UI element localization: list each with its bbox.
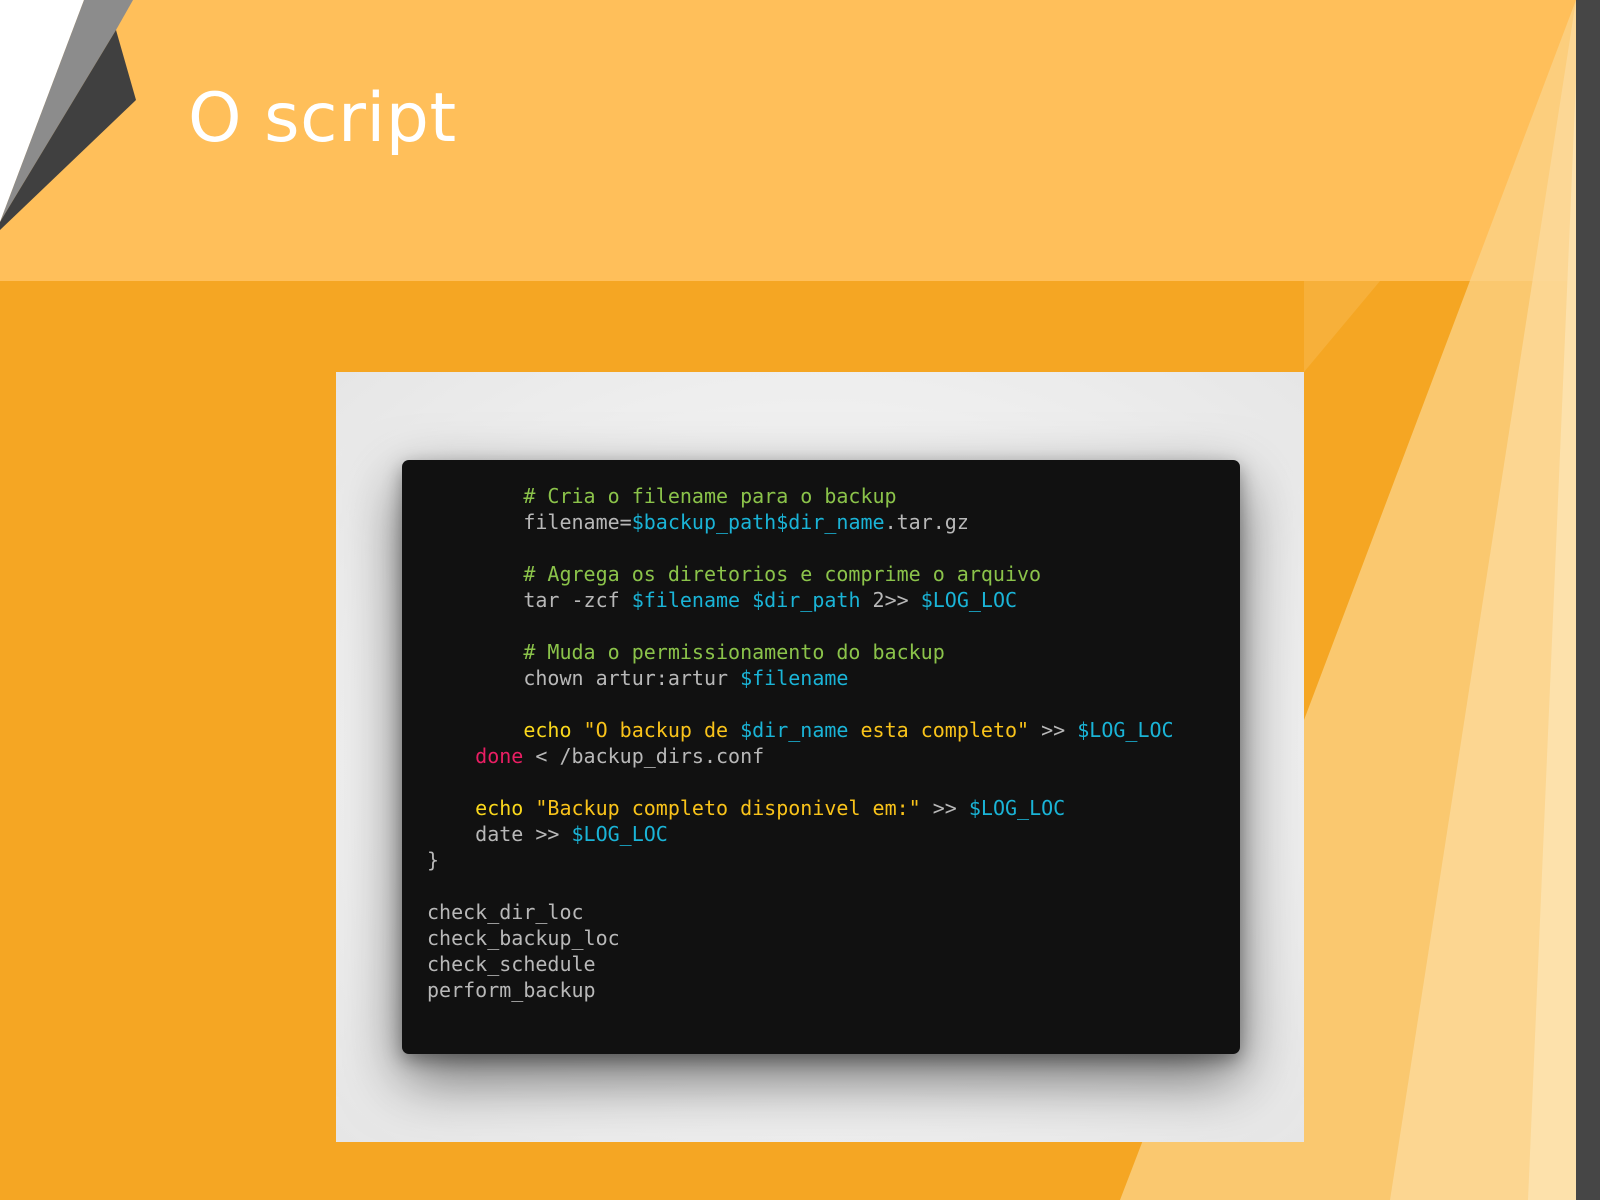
code-line: ​ [427,873,1174,899]
slide-title: O script [188,79,457,158]
code-token: check_backup_loc [427,926,620,950]
code-line: chown artur:artur $filename [427,665,1174,691]
code-token: check_dir_loc [427,900,584,924]
code-line: check_schedule [427,951,1174,977]
code-token: tar -zcf [427,588,632,612]
code-line: ​ [427,769,1174,795]
code-line: check_dir_loc [427,899,1174,925]
code-line: } [427,847,1174,873]
code-token: check_schedule [427,952,596,976]
right-edge-bar [1576,0,1600,1200]
code-line: filename=$backup_path$dir_name.tar.gz [427,509,1174,535]
code-token: $LOG_LOC [968,796,1066,820]
code-line: perform_backup [427,977,1174,1003]
code-line: ​ [427,613,1174,639]
slide: O script # Cria o filename para o backup… [0,0,1600,1200]
code-token: echo [523,718,572,742]
code-line: # Agrega os diretorios e comprime o arqu… [427,561,1174,587]
code-line: done < /backup_dirs.conf [427,743,1174,769]
code-token: # Muda o permissionamento do backup [523,640,945,664]
code-token: .tar.gz [884,510,969,534]
code-token: $filename [740,666,849,690]
code-line: ​ [427,535,1174,561]
code-token: filename= [427,510,632,534]
code-token: echo [475,796,524,820]
code-token: >> [920,796,969,820]
code-terminal: # Cria o filename para o backup filename… [402,460,1240,1054]
code-token: # Agrega os diretorios e comprime o arqu… [523,562,1042,586]
code-token: chown artur:artur [427,666,741,690]
code-token: done [475,744,524,768]
code-token: < /backup_dirs.conf [523,744,765,768]
code-block: # Cria o filename para o backup filename… [427,483,1174,1003]
code-line: ​ [427,691,1174,717]
code-token: } [427,848,440,872]
code-token: $LOG_LOC [1077,718,1174,742]
code-token: $dir_name [740,718,849,742]
code-line: # Muda o permissionamento do backup [427,639,1174,665]
code-token: esta completo" [848,718,1030,742]
code-token: "Backup completo disponivel em:" [535,796,921,820]
code-token: $filename [631,588,741,612]
code-token: $dir_path [752,588,861,612]
code-token: date >> [427,822,572,846]
code-line: echo "O backup de $dir_name esta complet… [427,717,1174,743]
code-line: check_backup_loc [427,925,1174,951]
code-line: # Cria o filename para o backup [427,483,1174,509]
code-token: >> [1029,718,1078,742]
code-token: $LOG_LOC [920,588,1018,612]
code-token: $backup_path$dir_name [631,510,885,534]
code-screenshot-frame: # Cria o filename para o backup filename… [336,372,1304,1142]
code-token: perform_backup [427,978,596,1002]
code-line: echo "Backup completo disponivel em:" >>… [427,795,1174,821]
code-token: $LOG_LOC [571,822,668,846]
code-token: # Cria o filename para o backup [523,484,897,508]
code-line: tar -zcf $filename $dir_path 2>> $LOG_LO… [427,587,1174,613]
right-wedge-4 [1304,281,1380,372]
code-token: 2>> [860,588,921,612]
code-line: date >> $LOG_LOC [427,821,1174,847]
code-token: "O backup de [583,718,741,742]
